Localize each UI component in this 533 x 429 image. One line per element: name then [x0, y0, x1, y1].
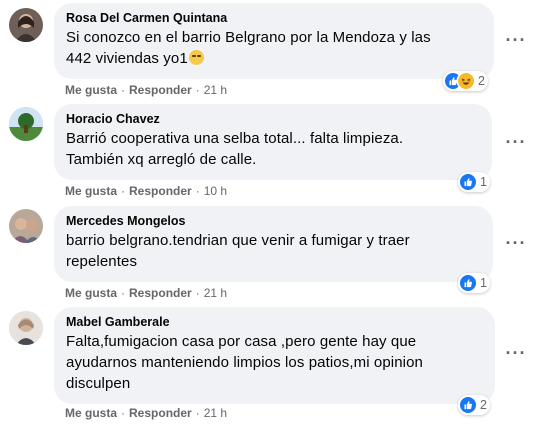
like-reaction-icon [460, 174, 476, 190]
comment-actions: Me gusta · Responder · 10 h [65, 184, 227, 198]
avatar[interactable] [9, 107, 43, 141]
more-options-button[interactable]: ··· [504, 341, 528, 365]
comment-text-line: 442 viviendas yo1 [66, 50, 188, 67]
comment-text: Falta,fumigacion casa por casa ,pero gen… [66, 331, 483, 394]
comment-text-line: disculpen [66, 375, 131, 392]
comment-text-line: Falta,fumigacion casa por casa ,pero gen… [66, 333, 417, 350]
comment-timestamp[interactable]: 10 h [204, 184, 227, 198]
reactions-summary[interactable]: 1 [458, 172, 490, 192]
comment-text: barrio belgrano.tendrian que venir a fum… [66, 230, 481, 272]
separator-dot: · [121, 286, 126, 300]
comment-bubble: Mercedes Mongelos barrio belgrano.tendri… [54, 206, 493, 282]
more-options-button[interactable]: ··· [504, 28, 528, 52]
comment-author[interactable]: Mabel Gamberale [66, 314, 483, 331]
separator-dot: · [121, 184, 126, 198]
reactions-summary[interactable]: 2 [443, 71, 488, 91]
comment-author[interactable]: Rosa Del Carmen Quintana [66, 10, 482, 27]
comment-timestamp[interactable]: 21 h [204, 83, 227, 97]
reaction-count: 2 [478, 74, 485, 88]
comment-text-line-with-emoji: 442 viviendas yo1 [66, 48, 482, 69]
more-options-button[interactable]: ··· [504, 130, 528, 154]
comment-text-line: repelentes [66, 253, 138, 270]
like-link[interactable]: Me gusta [65, 83, 117, 97]
separator-dot: · [195, 83, 200, 97]
comment-timestamp[interactable]: 21 h [204, 406, 227, 420]
separator-dot: · [195, 406, 200, 420]
grinning-sweat-emoji [188, 50, 204, 65]
haha-reaction-icon [458, 73, 474, 89]
reactions-summary[interactable]: 2 [458, 395, 490, 415]
comment-text-line: ayudarnos manteniendo limpios los patios… [66, 354, 423, 371]
like-link[interactable]: Me gusta [65, 184, 117, 198]
reaction-count: 1 [480, 276, 487, 290]
separator-dot: · [195, 286, 200, 300]
comment-actions: Me gusta · Responder · 21 h [65, 83, 227, 97]
comment-text-line: barrio belgrano.tendrian que venir a fum… [66, 232, 410, 249]
comment-bubble: Mabel Gamberale Falta,fumigacion casa po… [54, 307, 495, 404]
comment-timestamp[interactable]: 21 h [204, 286, 227, 300]
like-link[interactable]: Me gusta [65, 406, 117, 420]
comment-actions: Me gusta · Responder · 21 h [65, 406, 227, 420]
like-reaction-icon [460, 397, 476, 413]
reaction-count: 1 [480, 175, 487, 189]
separator-dot: · [121, 83, 126, 97]
separator-dot: · [121, 406, 126, 420]
comment-bubble: Rosa Del Carmen Quintana Si conozco en e… [54, 3, 494, 79]
comment-text-line: Si conozco en el barrio Belgrano por la … [66, 29, 431, 46]
reply-link[interactable]: Responder [129, 83, 192, 97]
like-reaction-icon [460, 275, 476, 291]
comment-bubble: Horacio Chavez Barrió cooperativa una se… [54, 104, 492, 180]
reply-link[interactable]: Responder [129, 406, 192, 420]
comment-author[interactable]: Mercedes Mongelos [66, 213, 481, 230]
avatar[interactable] [9, 209, 43, 243]
reactions-summary[interactable]: 1 [458, 273, 490, 293]
comment-text: Si conozco en el barrio Belgrano por la … [66, 27, 482, 69]
comment-author[interactable]: Horacio Chavez [66, 111, 480, 128]
reply-link[interactable]: Responder [129, 184, 192, 198]
separator-dot: · [195, 184, 200, 198]
reaction-count: 2 [480, 398, 487, 412]
comment-text: Barrió cooperativa una selba total... fa… [66, 128, 480, 170]
comment-text-line: También xq arregló de calle. [66, 151, 257, 168]
avatar[interactable] [9, 8, 43, 42]
more-options-button[interactable]: ··· [504, 231, 528, 255]
comment-actions: Me gusta · Responder · 21 h [65, 286, 227, 300]
like-link[interactable]: Me gusta [65, 286, 117, 300]
reply-link[interactable]: Responder [129, 286, 192, 300]
avatar[interactable] [9, 311, 43, 345]
comment-text-line: Barrió cooperativa una selba total... fa… [66, 130, 404, 147]
